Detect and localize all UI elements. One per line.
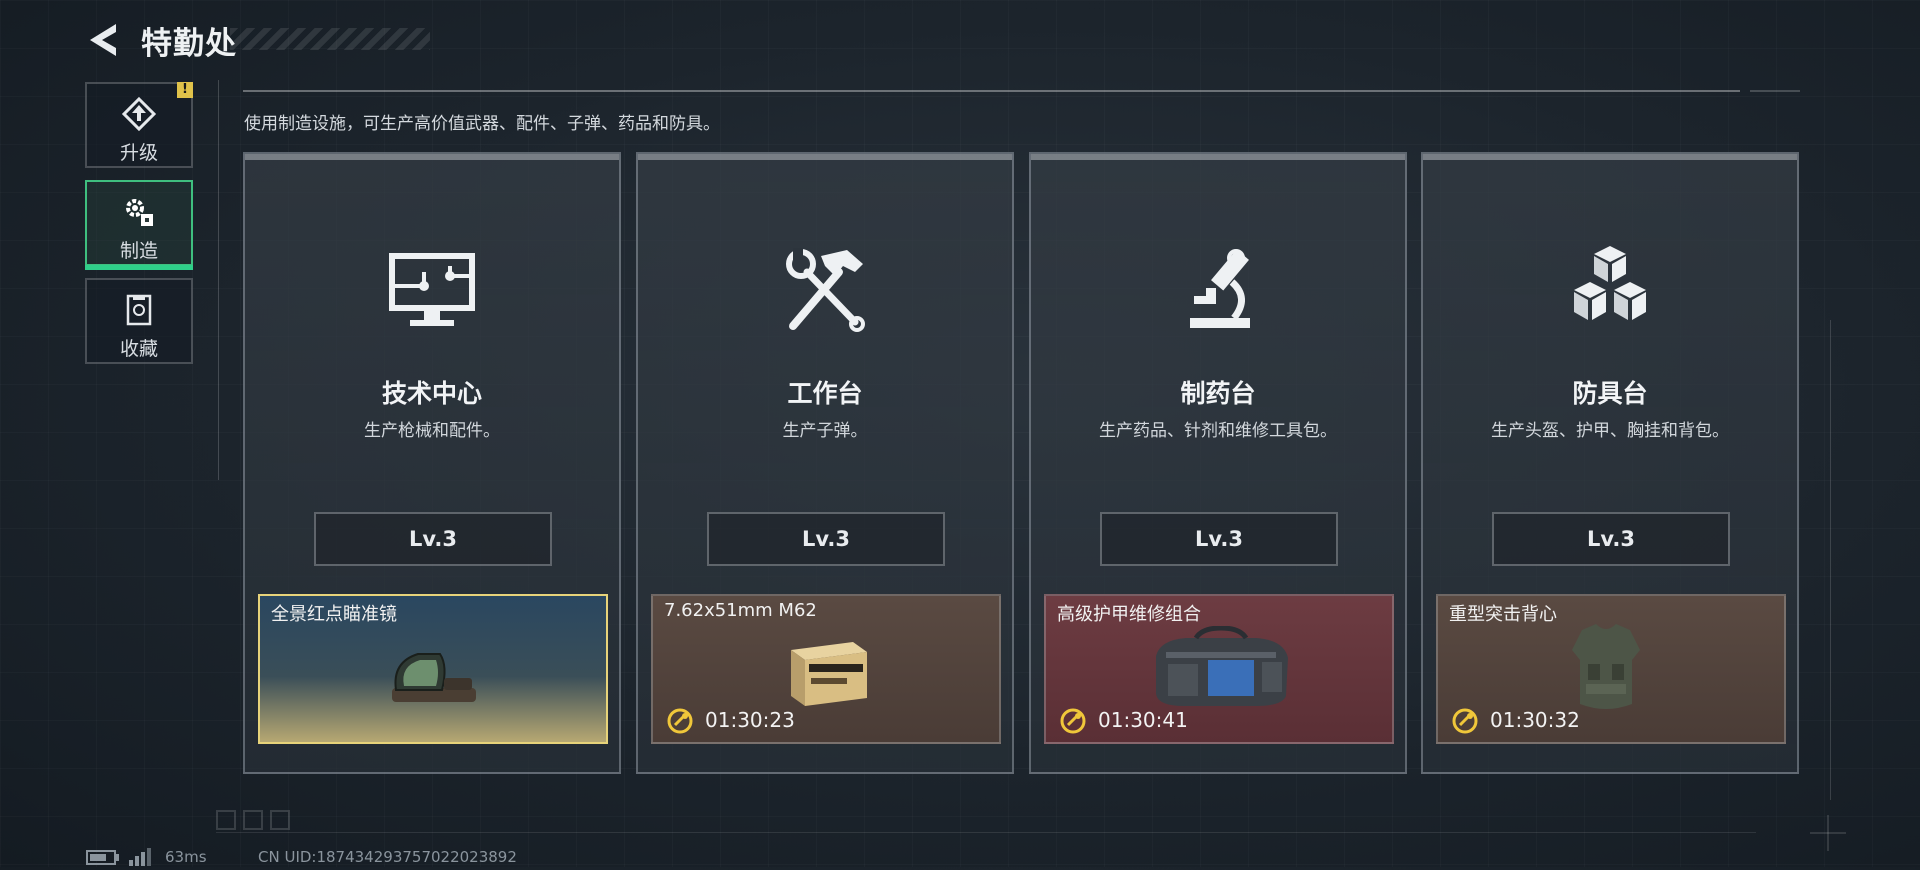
battery-icon — [86, 850, 120, 865]
card-title: 技术中心 — [381, 379, 482, 408]
divider — [218, 80, 219, 480]
timer-icon — [1059, 707, 1087, 735]
gears-icon — [121, 194, 157, 230]
ammo-box-icon — [783, 630, 873, 714]
tab-upgrade[interactable]: 升级 ! — [85, 82, 193, 168]
craft-slot[interactable]: 全景红点瞄准镜 — [258, 594, 608, 744]
divider — [1830, 320, 1831, 800]
tab-upgrade-label: 升级 — [119, 142, 158, 164]
tab-collection[interactable]: 收藏 — [85, 278, 193, 364]
craft-timer: 01:30:23 — [705, 708, 795, 732]
craft-slot[interactable]: 重型突击背心 01:30:32 — [1436, 594, 1786, 744]
card-description: 生产枪械和配件。 — [364, 421, 500, 441]
back-arrow-icon[interactable] — [84, 20, 124, 60]
craft-slot[interactable]: 7.62x51mm M62 01:30:23 — [651, 594, 1001, 744]
level-button[interactable]: Lv.3 — [1492, 512, 1730, 566]
ping-value: 63ms — [165, 848, 207, 866]
card-description: 生产头盔、护甲、胸挂和背包。 — [1491, 421, 1729, 441]
divider — [1750, 90, 1800, 92]
slot-item-name: 高级护甲维修组合 — [1057, 604, 1201, 625]
timer-icon — [666, 707, 694, 735]
slot-item-name: 全景红点瞄准镜 — [271, 604, 397, 625]
alert-badge: ! — [177, 82, 193, 98]
card-title: 制药台 — [1180, 379, 1256, 408]
craft-timer: 01:30:32 — [1490, 708, 1580, 732]
card-description: 生产药品、针剂和维修工具包。 — [1099, 421, 1337, 441]
level-button[interactable]: Lv.3 — [1100, 512, 1338, 566]
page-title: 特勤处 — [141, 26, 237, 62]
card-tech-center[interactable]: 技术中心 生产枪械和配件。 Lv.3 全景红点瞄准镜 — [243, 152, 621, 774]
page-description: 使用制造设施，可生产高价值武器、配件、子弹、药品和防具。 — [244, 114, 720, 134]
timer-icon — [1451, 707, 1479, 735]
crosshair-icon — [1810, 815, 1846, 851]
tab-crafting-label: 制造 — [119, 240, 158, 262]
tab-collection-label: 收藏 — [119, 338, 158, 360]
card-title: 工作台 — [787, 379, 863, 408]
level-button[interactable]: Lv.3 — [314, 512, 552, 566]
card-title: 防具台 — [1572, 379, 1648, 408]
craft-slot[interactable]: 高级护甲维修组合 01:30:41 — [1044, 594, 1394, 744]
card-pharmacy[interactable]: 制药台 生产药品、针剂和维修工具包。 Lv.3 高级护甲维修组合 01:30:4… — [1029, 152, 1407, 774]
collection-icon — [121, 292, 157, 328]
card-description: 生产子弹。 — [782, 421, 868, 441]
divider — [243, 90, 1740, 92]
red-dot-scope-icon — [378, 644, 488, 718]
signal-icon — [128, 846, 152, 866]
title-decoration — [230, 28, 430, 50]
cubes-icon — [1562, 242, 1658, 338]
repair-bag-icon — [1146, 625, 1296, 716]
card-workbench[interactable]: 工作台 生产子弹。 Lv.3 7.62x51mm M62 01:30:23 — [636, 152, 1014, 774]
divider — [216, 832, 1756, 833]
user-uid: CN UID:1874342937570220238​92 — [258, 848, 517, 866]
monitor-circuit-icon — [384, 242, 480, 338]
bottom-decoration — [216, 810, 306, 830]
craft-timer: 01:30:41 — [1098, 708, 1188, 732]
upgrade-icon — [121, 96, 157, 132]
slot-item-name: 7.62x51mm M62 — [664, 600, 817, 621]
slot-item-name: 重型突击背心 — [1449, 604, 1557, 625]
tab-crafting[interactable]: 制造 — [85, 180, 193, 270]
level-button[interactable]: Lv.3 — [707, 512, 945, 566]
hammer-wrench-icon — [777, 242, 873, 338]
microscope-icon — [1170, 242, 1266, 338]
card-armory[interactable]: 防具台 生产头盔、护甲、胸挂和背包。 Lv.3 重型突击背心 01:30:32 — [1421, 152, 1799, 774]
